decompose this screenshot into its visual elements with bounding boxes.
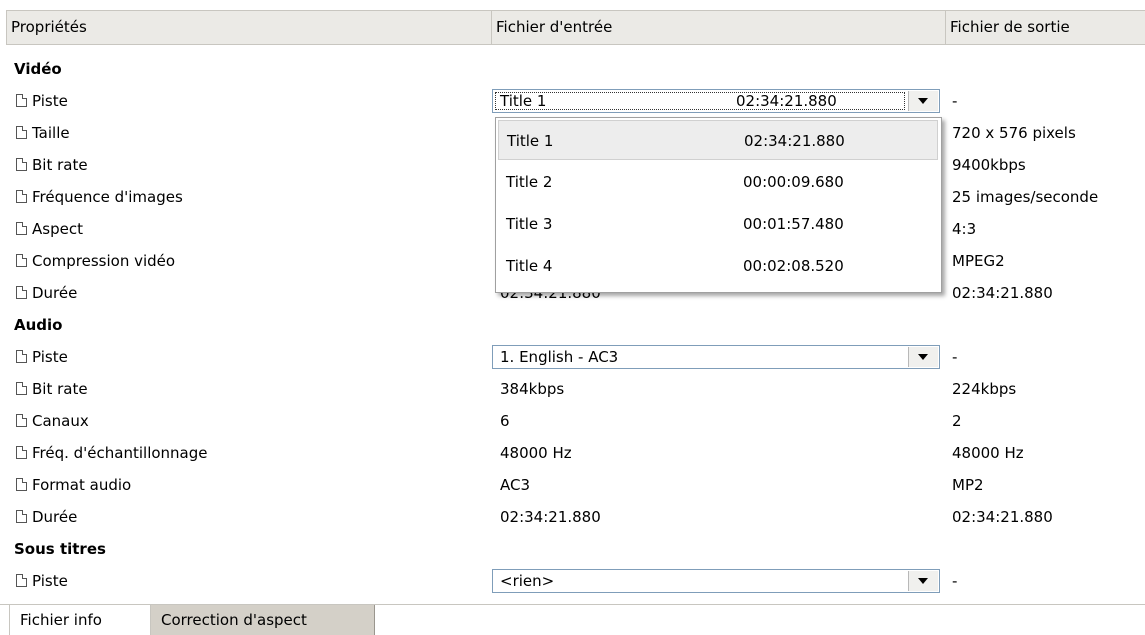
output-value: 02:34:21.880	[952, 284, 1053, 302]
document-icon	[16, 253, 27, 267]
property-label: Fréquence d'images	[16, 181, 183, 213]
output-value: 4:3	[952, 220, 977, 238]
output-value: 2	[952, 412, 962, 430]
dropdown-option[interactable]: Title 3 00:01:57.480	[498, 204, 938, 244]
property-label: Piste	[16, 85, 68, 117]
section-video: Vidéo	[0, 53, 1145, 85]
input-value: 02:34:21.880	[500, 508, 601, 526]
focus-rect	[495, 92, 905, 110]
output-value: 9400kbps	[952, 156, 1026, 174]
property-label: Bit rate	[16, 149, 88, 181]
output-value: -	[952, 348, 958, 366]
row-audio-track[interactable]: Piste 1. English - AC3 -	[0, 341, 1145, 373]
document-icon	[16, 413, 27, 427]
section-title: Sous titres	[14, 540, 106, 558]
property-label: Piste	[16, 341, 68, 373]
dropdown-option[interactable]: Title 2 00:00:09.680	[498, 162, 938, 202]
document-icon	[16, 189, 27, 203]
input-value: 48000 Hz	[500, 444, 572, 462]
chevron-down-icon[interactable]	[908, 571, 938, 591]
row-audio-samplerate: Fréq. d'échantillonnage 48000 Hz 48000 H…	[0, 437, 1145, 469]
output-value: 224kbps	[952, 380, 1017, 398]
output-value: MP2	[952, 476, 984, 494]
input-value: 384kbps	[500, 380, 565, 398]
document-icon	[16, 349, 27, 363]
property-label: Aspect	[16, 213, 83, 245]
output-value: MPEG2	[952, 252, 1005, 270]
document-icon	[16, 93, 27, 107]
property-label: Canaux	[16, 405, 89, 437]
title-dropdown-list: Title 1 02:34:21.880 Title 2 00:00:09.680 …	[495, 117, 942, 293]
document-icon	[16, 221, 27, 235]
property-label: Compression vidéo	[16, 245, 175, 277]
chevron-down-icon[interactable]	[908, 347, 938, 367]
dropdown-option[interactable]: Title 4 00:02:08.520	[498, 246, 938, 286]
dropdown-option[interactable]: Title 1 02:34:21.880	[498, 120, 938, 160]
document-icon	[16, 477, 27, 491]
property-label: Format audio	[16, 469, 131, 501]
input-value: AC3	[500, 476, 531, 494]
audio-track-select[interactable]: 1. English - AC3	[492, 345, 940, 369]
input-value: 6	[500, 412, 510, 430]
header-properties[interactable]: Propriétés	[6, 11, 492, 44]
document-icon	[16, 509, 27, 523]
document-icon	[16, 381, 27, 395]
select-value: 1. English - AC3	[500, 348, 619, 366]
property-label: Piste	[16, 565, 68, 597]
chevron-down-icon[interactable]	[908, 91, 938, 111]
tab-aspect-correction[interactable]: Correction d'aspect	[151, 605, 375, 635]
section-subtitles: Sous titres	[0, 533, 1145, 565]
row-video-track[interactable]: Piste Title 1 02:34:21.880 -	[0, 85, 1145, 117]
video-track-select[interactable]: Title 1 02:34:21.880	[492, 89, 940, 113]
column-header: Propriétés Fichier d'entrée Fichier de s…	[6, 10, 1145, 45]
property-label: Durée	[16, 501, 77, 533]
property-label: Durée	[16, 277, 77, 309]
subtitle-track-select[interactable]: <rien>	[492, 569, 940, 593]
select-value: <rien>	[500, 572, 555, 590]
row-audio-format: Format audio AC3 MP2	[0, 469, 1145, 501]
output-value: 02:34:21.880	[952, 508, 1053, 526]
output-value: 720 x 576 pixels	[952, 124, 1076, 142]
section-title: Vidéo	[14, 60, 62, 78]
document-icon	[16, 285, 27, 299]
property-label: Bit rate	[16, 373, 88, 405]
row-audio-channels: Canaux 6 2	[0, 405, 1145, 437]
document-icon	[16, 157, 27, 171]
tab-file-info[interactable]: Fichier info	[9, 605, 151, 635]
output-value: 25 images/seconde	[952, 188, 1099, 206]
section-audio: Audio	[0, 309, 1145, 341]
document-icon	[16, 445, 27, 459]
header-input-file[interactable]: Fichier d'entrée	[492, 11, 946, 44]
section-title: Audio	[14, 316, 63, 334]
row-audio-bitrate: Bit rate 384kbps 224kbps	[0, 373, 1145, 405]
property-label: Fréq. d'échantillonnage	[16, 437, 208, 469]
output-value: -	[952, 92, 958, 110]
document-icon	[16, 573, 27, 587]
document-icon	[16, 125, 27, 139]
header-output-file[interactable]: Fichier de sortie	[946, 11, 1145, 44]
property-label: Taille	[16, 117, 70, 149]
output-value: -	[952, 572, 958, 590]
tab-bar: Fichier info Correction d'aspect	[0, 604, 1145, 635]
output-value: 48000 Hz	[952, 444, 1024, 462]
row-audio-duration: Durée 02:34:21.880 02:34:21.880	[0, 501, 1145, 533]
row-subtitle-track[interactable]: Piste <rien> -	[0, 565, 1145, 597]
